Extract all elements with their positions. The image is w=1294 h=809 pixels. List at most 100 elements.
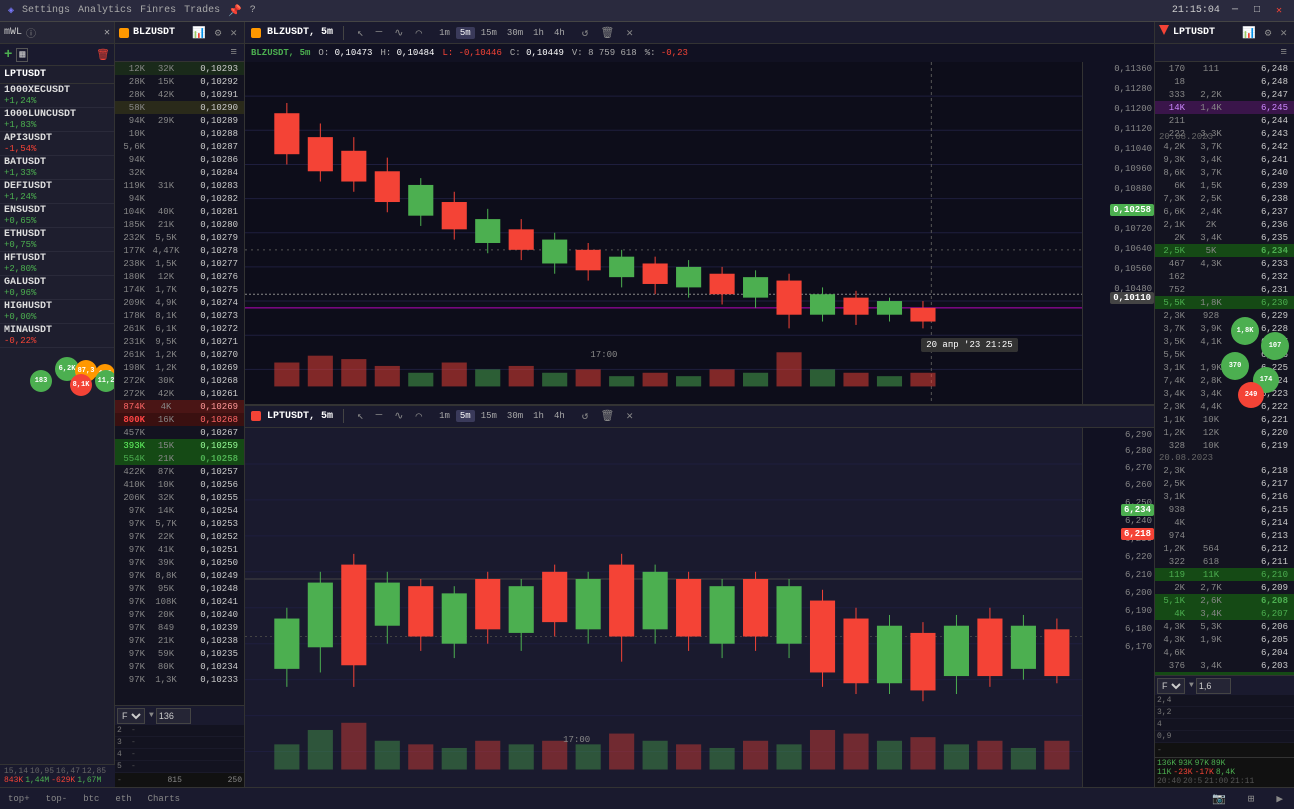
blz-list-icon[interactable]: ≡: [227, 46, 240, 60]
ticker-defiusdt[interactable]: DEFIUSDT +1,24%: [0, 180, 114, 204]
blz-price-axis: 0,11360 0,11280 0,11200 0,11120 0,11040 …: [1082, 62, 1154, 404]
app-icon: ◈: [8, 5, 14, 17]
bottom-btc[interactable]: btc: [83, 794, 99, 804]
bottom-charts[interactable]: Charts: [148, 794, 180, 804]
lpt-refresh-btn[interactable]: ↺: [579, 408, 592, 424]
sidebar-info-icon: ⓘ: [26, 25, 36, 41]
menu-settings[interactable]: Settings: [22, 5, 70, 16]
lpt-level-2-4: 2,4: [1155, 695, 1294, 707]
tf-4h[interactable]: 4h: [550, 27, 569, 39]
blz-level-4: 4-: [115, 749, 244, 761]
sidebar: mWL ⓘ ✕ + ▦ 🗑 LPTUSDT 1000XECUSDT +1,24%: [0, 22, 115, 787]
blz-settings-icon[interactable]: ⚙: [212, 25, 225, 41]
tf-1m[interactable]: 1m: [435, 27, 454, 39]
ticker-api3usdt[interactable]: API3USDT -1,54%: [0, 132, 114, 156]
bottom-top-minus[interactable]: top-: [46, 794, 68, 804]
cursor-tool[interactable]: ↖: [354, 25, 367, 41]
bubble-8-1k: 8,1K: [70, 374, 92, 396]
lpt-panel-close[interactable]: ✕: [1277, 25, 1290, 41]
lpt-chart-canvas: 6,290 6,280 6,270 6,260 6,250 6,240 6,23…: [245, 428, 1154, 788]
blz-time-label: 17:00: [590, 350, 617, 360]
blz-chart-close[interactable]: ✕: [623, 25, 636, 41]
chart-view-btn[interactable]: ▦: [16, 48, 28, 62]
menu-trades[interactable]: Trades: [184, 5, 220, 16]
menu-analytics[interactable]: Analytics: [78, 5, 132, 16]
close-btn[interactable]: ✕: [1272, 5, 1286, 17]
tf-15m[interactable]: 15m: [477, 27, 501, 39]
titlebar: ◈ Settings Analytics Finres Trades 📌 ? 2…: [0, 0, 1294, 22]
ticker-ensusdt[interactable]: ENSUSDT +0,65%: [0, 204, 114, 228]
path-tool[interactable]: ⌒: [412, 25, 425, 41]
tf-5m[interactable]: 5m: [456, 27, 475, 39]
ticker-batusdt[interactable]: BATUSDT +1,33%: [0, 156, 114, 180]
lpt-panel-title: LPTUSDT: [1173, 27, 1215, 38]
delete-btn[interactable]: 🗑: [96, 48, 110, 62]
lpt-chart-icon[interactable]: 📊: [1239, 25, 1259, 41]
bottom-top-plus[interactable]: top+: [8, 794, 30, 804]
lpt-chart-close[interactable]: ✕: [623, 408, 636, 424]
ticker-1000luncusdt[interactable]: 1000LUNCUSDT +1,83%: [0, 108, 114, 132]
tf-1h[interactable]: 1h: [529, 27, 548, 39]
lpt-curve-tool[interactable]: ∿: [391, 408, 406, 424]
blz-color-dot: [119, 28, 129, 38]
lpt-price-tag2: 6,218: [1121, 528, 1154, 540]
lpt-tf-4h[interactable]: 4h: [550, 410, 569, 422]
blz-close-icon[interactable]: ✕: [227, 25, 240, 41]
maximize-btn[interactable]: □: [1250, 5, 1264, 16]
ticker-ethusdt[interactable]: ETHUSDT +0,75%: [0, 228, 114, 252]
curve-tool[interactable]: ∿: [391, 25, 406, 41]
minimize-btn[interactable]: ─: [1228, 5, 1242, 16]
lpt-tf-1m[interactable]: 1m: [435, 410, 454, 422]
lpt-list-icon[interactable]: ≡: [1277, 46, 1290, 60]
lpt-date-label-1: 20.08.2023: [1159, 132, 1213, 142]
lpt-tf-5m[interactable]: 5m: [456, 410, 475, 422]
add-icon[interactable]: +: [4, 47, 12, 63]
lpt-path-tool[interactable]: ⌒: [412, 408, 425, 424]
lpt-tf-15m[interactable]: 15m: [477, 410, 501, 422]
lpt-filter-select[interactable]: F: [1157, 678, 1185, 694]
blz-orderbook-panel: BLZUSDT 📊 ⚙ ✕ ≡ 12K32K0,10293 28K15K0,10…: [115, 22, 245, 787]
blz-filter-row: F ▼: [115, 705, 244, 725]
blz-chart-icon[interactable]: 📊: [189, 25, 209, 41]
lpt-tf-1h[interactable]: 1h: [529, 410, 548, 422]
screenshot-icon[interactable]: 📷: [1209, 791, 1229, 807]
blz-chart-header: BLZUSDT, 5m ↖ ─ ∿ ⌒ 1m 5m 15m 30m 1h 4h …: [245, 22, 1154, 44]
ticker-highusdt[interactable]: HIGHUSDT +0,00%: [0, 300, 114, 324]
lpt-candlestick-svg: [245, 428, 1082, 788]
menu-finres[interactable]: Finres: [140, 5, 176, 16]
sidebar-toggle-icon[interactable]: ▶: [1273, 791, 1286, 807]
lpt-price-tag-main: 6,234: [1121, 504, 1154, 516]
lpt-num-input[interactable]: [1196, 678, 1231, 694]
expand-icon[interactable]: ⊞: [1245, 791, 1258, 807]
lpt-trash-btn[interactable]: 🗑: [597, 408, 617, 424]
lpt-settings-icon[interactable]: ⚙: [1262, 25, 1275, 41]
bottom-eth[interactable]: eth: [115, 794, 131, 804]
ticker-1000xecusdt[interactable]: 1000XECUSDT +1,24%: [0, 84, 114, 108]
sidebar-close[interactable]: ✕: [104, 27, 110, 39]
lpt-cursor-tool[interactable]: ↖: [354, 408, 367, 424]
mwl-label: mWL: [4, 27, 22, 38]
help-icon[interactable]: ?: [250, 5, 256, 16]
refresh-btn[interactable]: ↺: [579, 25, 592, 41]
blz-chart-canvas: 0,11360 0,11280 0,11200 0,11120 0,11040 …: [245, 62, 1154, 404]
lpt-tf-30m[interactable]: 30m: [503, 410, 527, 422]
lpt-bubble-1-8k: 1,8K: [1231, 317, 1259, 345]
bubble-183: 183: [30, 370, 52, 392]
trash-btn[interactable]: 🗑: [597, 25, 617, 41]
tf-30m[interactable]: 30m: [503, 27, 527, 39]
lpt-bubble-370: 370: [1221, 352, 1249, 380]
lpt-ob-rows: 20.08.2023 1701116,248 186,248 3332,2K6,…: [1155, 62, 1294, 675]
blz-filter-select[interactable]: F: [117, 708, 145, 724]
lpt-bubble-249: 249: [1238, 382, 1264, 408]
blz-level-3: 3-: [115, 737, 244, 749]
blz-chart-title: BLZUSDT, 5m: [267, 27, 333, 38]
ticker-hftusdt[interactable]: HFTUSDT +2,80%: [0, 252, 114, 276]
blz-ob-rows: 12K32K0,10293 28K15K0,10292 28K42K0,1029…: [115, 62, 244, 705]
blz-level-5: 5-: [115, 761, 244, 773]
lpt-level-3-2: 3,2: [1155, 707, 1294, 719]
line-tool[interactable]: ─: [373, 26, 386, 40]
lpt-line-tool[interactable]: ─: [373, 409, 386, 423]
ticker-minausdt[interactable]: MINAUSDT -0,22%: [0, 324, 114, 348]
ticker-galusdt[interactable]: GALUSDT +0,96%: [0, 276, 114, 300]
blz-num-input[interactable]: [156, 708, 191, 724]
